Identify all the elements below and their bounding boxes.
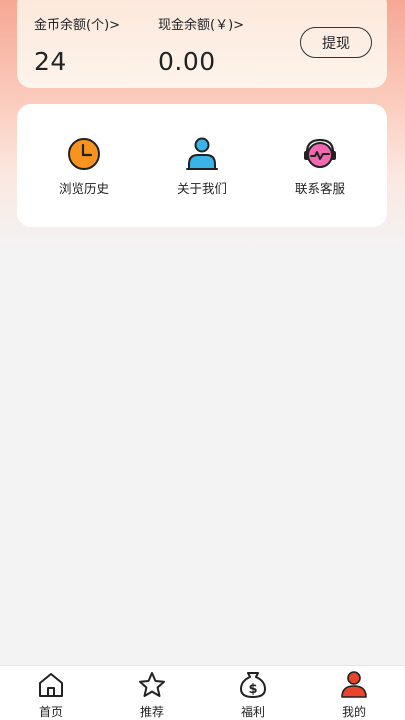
profile-icon bbox=[341, 671, 367, 698]
tab-label: 我的 bbox=[341, 705, 366, 719]
quick-action-about[interactable]: 关于我们 bbox=[147, 136, 257, 197]
quick-action-label: 联系客服 bbox=[294, 181, 345, 196]
tab-home[interactable]: 首页 bbox=[11, 670, 91, 720]
coin-balance-label[interactable]: 金币余额(个)> bbox=[34, 14, 120, 33]
cash-balance-value: 0.00 bbox=[158, 47, 216, 76]
quick-actions-card: 浏览历史 关于我们 联系客服 bbox=[17, 104, 387, 227]
quick-action-support[interactable]: 联系客服 bbox=[265, 136, 375, 197]
withdraw-button[interactable]: 提现 bbox=[300, 27, 372, 58]
dollar-bag-icon: $ bbox=[240, 672, 266, 698]
coin-balance-value: 24 bbox=[34, 47, 67, 76]
cash-balance[interactable]: 现金余额(￥)> 0.00 bbox=[158, 14, 244, 76]
cash-balance-label[interactable]: 现金余额(￥)> bbox=[158, 14, 244, 33]
headset-icon bbox=[304, 138, 336, 168]
wallet-card: 金币余额(个)> 24 现金余额(￥)> 0.00 提现 bbox=[17, 0, 387, 88]
tab-welfare[interactable]: $ 福利 bbox=[213, 670, 293, 720]
quick-action-label: 关于我们 bbox=[176, 181, 227, 196]
tab-label: 首页 bbox=[38, 705, 63, 719]
tab-mine[interactable]: 我的 bbox=[314, 670, 394, 720]
tab-label: 推荐 bbox=[139, 705, 164, 719]
clock-icon bbox=[68, 138, 100, 170]
user-icon bbox=[186, 137, 218, 170]
quick-action-history[interactable]: 浏览历史 bbox=[29, 136, 139, 197]
quick-action-label: 浏览历史 bbox=[58, 181, 109, 196]
tab-label: 福利 bbox=[240, 705, 265, 719]
star-icon bbox=[139, 672, 165, 697]
coin-balance[interactable]: 金币余额(个)> 24 bbox=[34, 14, 120, 76]
svg-text:$: $ bbox=[248, 682, 257, 697]
home-icon bbox=[39, 673, 63, 697]
bottom-tab-bar: 首页 推荐 $ 福利 我的 bbox=[0, 665, 405, 720]
tab-recommend[interactable]: 推荐 bbox=[112, 670, 192, 720]
